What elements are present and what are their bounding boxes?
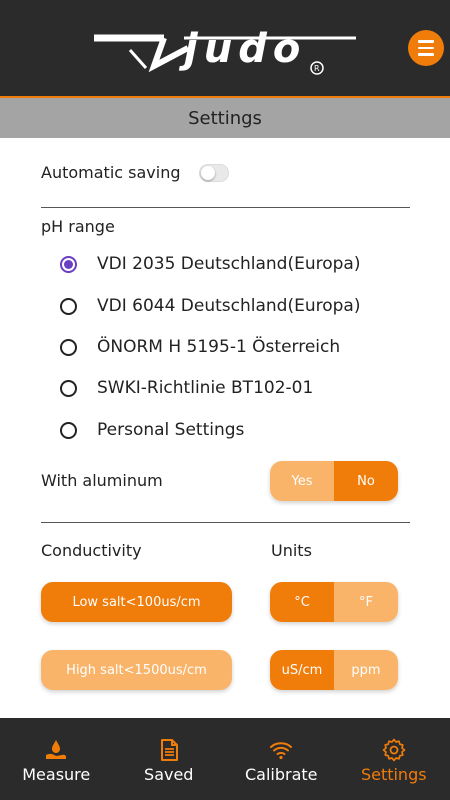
ph-option-label: VDI 6044 Deutschland(Europa) [97, 296, 361, 316]
automatic-saving-label: Automatic saving [41, 163, 181, 182]
gear-icon [382, 738, 406, 762]
ph-option-swki[interactable]: SWKI-Richtlinie BT102-01 [60, 378, 313, 398]
ppm-button[interactable]: ppm [334, 650, 398, 690]
nav-saved[interactable]: Saved [113, 718, 226, 800]
ph-option-label: ÖNORM H 5195-1 Österreich [97, 337, 341, 357]
nav-saved-label: Saved [144, 765, 194, 784]
nav-measure-label: Measure [22, 765, 91, 784]
radio-unselected-icon [60, 338, 77, 356]
automatic-saving-toggle[interactable] [199, 164, 229, 182]
ph-range-label: pH range [41, 217, 115, 236]
wifi-signal-icon [270, 742, 293, 760]
hamburger-menu-icon[interactable] [408, 30, 444, 66]
ph-option-onorm[interactable]: ÖNORM H 5195-1 Österreich [60, 337, 340, 357]
ph-option-personal[interactable]: Personal Settings [60, 420, 244, 440]
temperature-unit-segmented-control: °C °F [270, 582, 398, 622]
ph-option-label: Personal Settings [97, 420, 245, 440]
divider [41, 207, 410, 208]
bottom-navigation: Measure Saved Calibrate Settings [0, 718, 450, 800]
with-aluminum-label: With aluminum [41, 471, 163, 490]
nav-settings[interactable]: Settings [338, 718, 450, 800]
ph-option-vdi-6044[interactable]: VDI 6044 Deutschland(Europa) [60, 296, 360, 316]
aluminum-no-button[interactable]: No [334, 461, 398, 501]
fahrenheit-button[interactable]: °F [334, 582, 398, 622]
ph-option-vdi-2035[interactable]: VDI 2035 Deutschland(Europa) [60, 254, 360, 274]
radio-selected-icon [60, 255, 77, 273]
high-salt-button[interactable]: High salt<1500us/cm [41, 650, 232, 690]
us-cm-button[interactable]: uS/cm [270, 650, 334, 690]
conductivity-unit-segmented-control: uS/cm ppm [270, 650, 398, 690]
svg-text:R: R [314, 64, 320, 73]
radio-unselected-icon [60, 297, 77, 315]
ph-option-label: SWKI-Richtlinie BT102-01 [97, 378, 314, 398]
page-title: Settings [188, 107, 262, 129]
radio-unselected-icon [60, 421, 77, 439]
units-label: Units [271, 541, 312, 560]
low-salt-button[interactable]: Low salt<100us/cm [41, 582, 232, 622]
svg-text:judo: judo [178, 26, 306, 72]
radio-unselected-icon [60, 379, 77, 397]
top-bar: judo R [0, 0, 450, 96]
judo-logo: judo R [94, 26, 356, 75]
aluminum-yes-button[interactable]: Yes [270, 461, 334, 501]
nav-measure[interactable]: Measure [0, 718, 113, 800]
with-aluminum-segmented-control: Yes No [270, 461, 398, 501]
nav-settings-label: Settings [360, 765, 427, 784]
document-icon [160, 739, 178, 761]
nav-calibrate-label: Calibrate [244, 765, 318, 784]
conductivity-label: Conductivity [41, 541, 142, 560]
water-drop-hand-icon [46, 740, 67, 759]
ph-option-label: VDI 2035 Deutschland(Europa) [97, 254, 361, 274]
nav-calibrate[interactable]: Calibrate [225, 718, 338, 800]
toggle-knob [201, 166, 215, 180]
celsius-button[interactable]: °C [270, 582, 334, 622]
divider [41, 522, 410, 523]
title-bar: Settings [0, 96, 450, 138]
